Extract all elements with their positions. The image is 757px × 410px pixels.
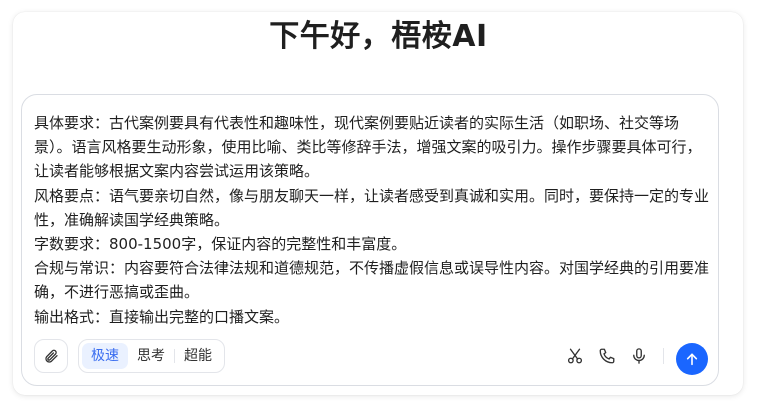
prompt-input[interactable]: 具体要求：古代案例要具有代表性和趣味性，现代案例要贴近读者的实际生活（如职场、社… (34, 111, 712, 331)
toolbar-divider (663, 348, 664, 364)
mode-super-button[interactable]: 超能 (175, 343, 221, 369)
attach-button[interactable] (34, 339, 68, 373)
arrow-up-icon (686, 353, 698, 366)
voice-input-button[interactable] (627, 344, 651, 368)
chat-composer: 具体要求：古代案例要具有代表性和趣味性，现代案例要贴近读者的实际生活（如职场、社… (21, 94, 719, 386)
phone-icon (599, 348, 615, 364)
page-title: 下午好，梧桉AI (269, 19, 488, 54)
mode-selector: 极速 思考 超能 (78, 339, 225, 373)
microphone-icon (633, 348, 645, 364)
send-button[interactable] (676, 343, 708, 375)
mode-think-button[interactable]: 思考 (128, 343, 174, 369)
cut-button[interactable] (563, 344, 587, 368)
scissors-icon (567, 348, 583, 364)
mode-fast-button[interactable]: 极速 (82, 343, 128, 369)
call-button[interactable] (595, 344, 619, 368)
paperclip-icon (45, 349, 58, 363)
